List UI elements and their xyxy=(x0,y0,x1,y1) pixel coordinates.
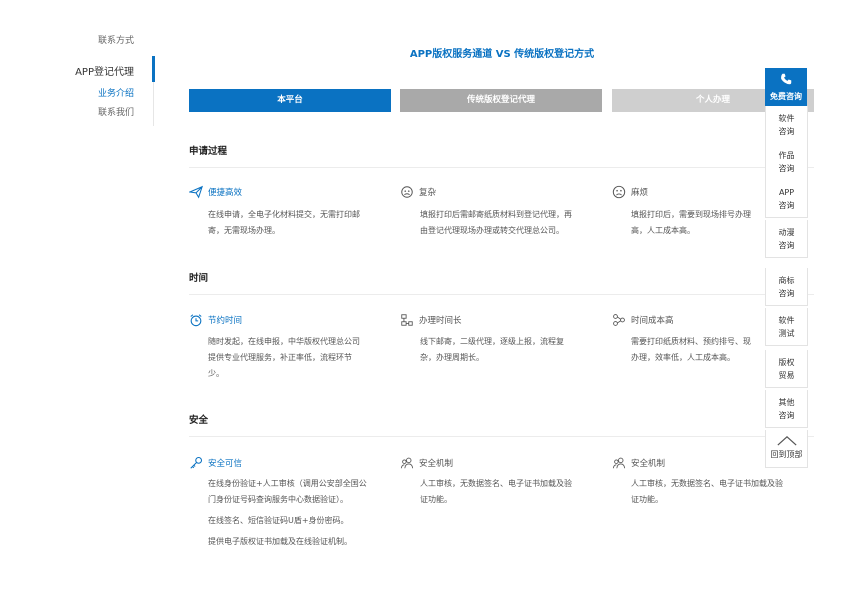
item-save-time: 节约时间 xyxy=(189,313,242,327)
process-icon xyxy=(613,314,625,326)
item-description: 在线身份验证+人工审核（调用公安部全国公 门身份证号码查询服务中心数据验证）。 … xyxy=(208,479,367,546)
tab-traditional-agency[interactable]: 传统版权登记代理 xyxy=(400,89,602,112)
nav-subitem-contact-us[interactable]: 联系我们 xyxy=(98,105,134,118)
nav-item-app-registration[interactable]: APP登记代理 xyxy=(75,63,134,78)
flow-chart-icon xyxy=(401,314,413,326)
item-troublesome: 麻烦 xyxy=(612,185,648,199)
back-to-top-label: 回到顶部 xyxy=(770,450,803,459)
key-icon xyxy=(190,456,203,469)
item-description: 填报打印后需邮寄纸质材料到登记代理，再 由登记代理现场办理或转交代理总公司。 xyxy=(420,210,572,235)
nav-active-indicator xyxy=(152,56,155,82)
page-title: APP版权服务通道 VS 传统版权登记方式 xyxy=(409,49,595,60)
software-testing[interactable]: 软件 测试 xyxy=(765,308,808,346)
item-efficient: 便捷高效 xyxy=(189,185,242,199)
item-description: 填报打印后，需要到现场排号办理 高，人工成本高。 xyxy=(631,210,751,235)
section-title-security: 安全 xyxy=(189,415,209,426)
free-consult-button[interactable]: 免费咨询 xyxy=(765,68,807,106)
free-consult-label: 免费咨询 xyxy=(770,92,802,101)
phone-icon xyxy=(781,73,792,85)
chevron-up-icon xyxy=(776,436,797,446)
consult-trademark[interactable]: 商标 咨询 xyxy=(765,268,808,306)
consult-animation[interactable]: 动漫 咨询 xyxy=(765,220,808,258)
section-divider xyxy=(189,436,814,437)
item-head-label: 时间成本高 xyxy=(631,316,674,326)
item-description: 线下邮寄，二级代理，逐级上报，流程复 杂，办理周期长。 xyxy=(420,337,564,362)
copyright-trade[interactable]: 版权 贸易 xyxy=(765,350,808,388)
section-title-time: 时间 xyxy=(189,273,209,284)
item-description: 人工审核，无数据签名、电子证书加载及验 证功能。 xyxy=(631,479,783,504)
consult-other[interactable]: 其他 咨询 xyxy=(765,390,808,428)
nav-item-contact[interactable]: 联系方式 xyxy=(98,33,134,46)
item-description: 需要打印纸质材料、预约排号、现 办理，效率低，人工成本高。 xyxy=(631,337,751,362)
item-head-label: 节约时间 xyxy=(208,316,243,326)
item-head-label: 便捷高效 xyxy=(208,188,243,198)
alarm-clock-icon xyxy=(190,314,202,327)
consult-software[interactable]: 软件 咨询 xyxy=(765,106,808,144)
item-head-label: 安全机制 xyxy=(631,459,666,469)
item-head-label: 麻烦 xyxy=(631,188,649,198)
consult-app[interactable]: APP 咨询 xyxy=(765,180,808,218)
users-icon xyxy=(612,457,626,469)
section-divider xyxy=(189,167,814,168)
paper-plane-icon xyxy=(189,185,203,199)
item-head-label: 复杂 xyxy=(419,188,437,198)
item-description: 在线申请，全电子化材料提交，无需打印邮 寄，无需现场办理。 xyxy=(208,210,360,235)
item-description: 随时发起，在线申报，中华版权代理总公司 提供专业代理服务，补正率低，流程环节 少。 xyxy=(208,337,360,378)
section-title-process: 申请过程 xyxy=(189,146,228,157)
item-head-label: 办理时间长 xyxy=(419,316,462,326)
back-to-top-button[interactable]: 回到顶部 xyxy=(765,430,808,468)
item-head-label: 安全可信 xyxy=(208,459,243,469)
item-description: 人工审核，无数据签名、电子证书加载及验 证功能。 xyxy=(420,479,572,504)
nav-subitem-business-intro[interactable]: 业务介绍 xyxy=(98,86,134,99)
item-high-time-cost: 时间成本高 xyxy=(612,313,674,327)
consult-works[interactable]: 作品 咨询 xyxy=(765,143,808,181)
item-security-mechanism: 安全机制 xyxy=(400,456,453,470)
item-secure-trusted: 安全可信 xyxy=(189,456,242,470)
item-long-duration: 办理时间长 xyxy=(400,313,462,327)
item-security-mechanism: 安全机制 xyxy=(612,456,665,470)
item-complex: 复杂 xyxy=(400,185,436,199)
confused-face-icon xyxy=(401,186,413,198)
tab-this-platform[interactable]: 本平台 xyxy=(189,89,391,112)
users-icon xyxy=(400,457,414,469)
section-divider xyxy=(189,294,814,295)
item-head-label: 安全机制 xyxy=(419,459,454,469)
sad-face-icon xyxy=(612,185,626,199)
